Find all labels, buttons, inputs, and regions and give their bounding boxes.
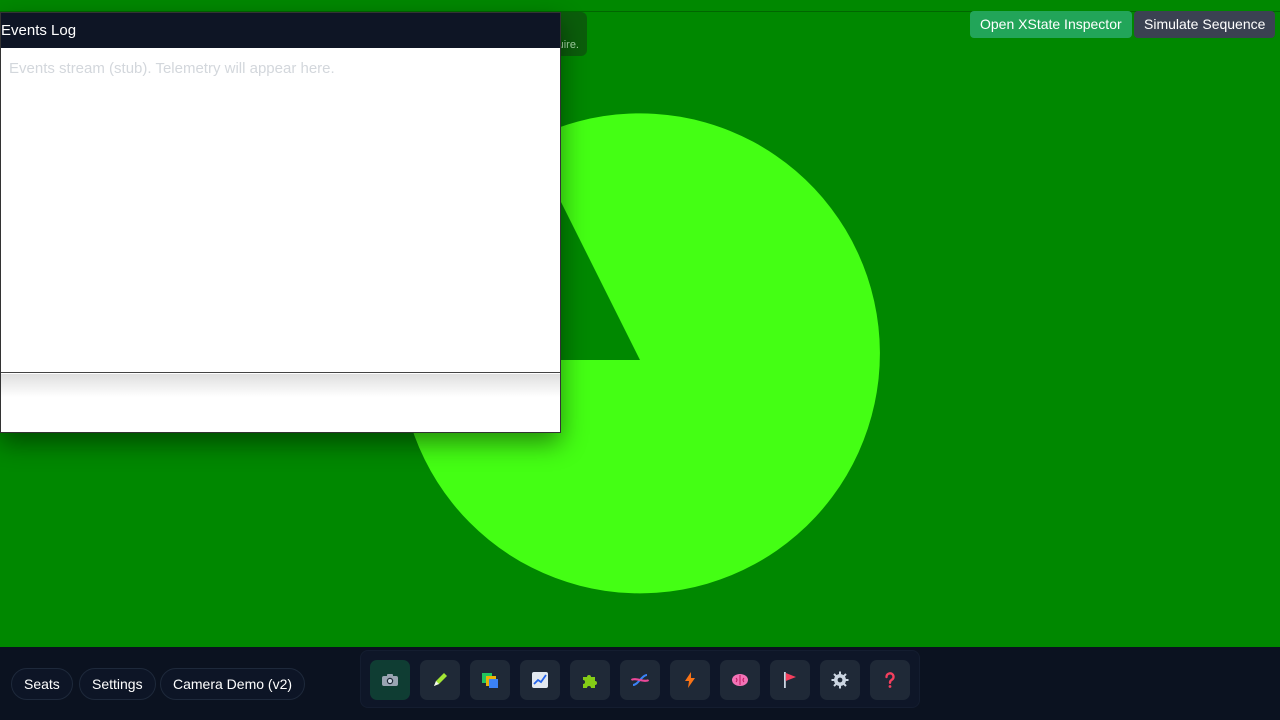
events-log-footer <box>1 374 560 432</box>
help-icon <box>885 672 895 688</box>
tool-lightning[interactable] <box>670 660 710 700</box>
tool-flag[interactable] <box>770 660 810 700</box>
layers-icon <box>482 673 498 688</box>
gear-icon <box>831 671 849 689</box>
settings-button[interactable]: Settings <box>79 668 156 700</box>
puzzle-icon <box>583 675 597 688</box>
flag-icon <box>784 672 796 688</box>
dna-icon <box>630 674 650 686</box>
events-log-panel: Events Log Events stream (stub). Telemet… <box>0 12 561 433</box>
events-log-placeholder: Events stream (stub). Telemetry will app… <box>9 60 335 77</box>
chart-icon <box>532 672 548 688</box>
pencil-icon <box>434 673 447 686</box>
tool-brain[interactable] <box>720 660 760 700</box>
bottom-bar: Seats Settings Camera Demo (v2) <box>0 647 1280 720</box>
seats-button[interactable]: Seats <box>11 668 73 700</box>
tool-gear[interactable] <box>820 660 860 700</box>
tool-pencil[interactable] <box>420 660 460 700</box>
camera-demo-button[interactable]: Camera Demo (v2) <box>160 668 306 700</box>
tool-layers[interactable] <box>470 660 510 700</box>
lightning-icon <box>685 672 695 688</box>
brain-icon <box>732 674 748 686</box>
events-log-title[interactable]: Events Log <box>1 13 560 48</box>
simulate-sequence-button[interactable]: Simulate Sequence <box>1134 11 1276 38</box>
tool-help[interactable] <box>870 660 910 700</box>
tool-chart[interactable] <box>520 660 560 700</box>
open-xstate-inspector-button[interactable]: Open XState Inspector <box>970 11 1132 38</box>
tool-camera[interactable] <box>370 660 410 700</box>
tool-puzzle[interactable] <box>570 660 610 700</box>
events-log-stream[interactable]: Events stream (stub). Telemetry will app… <box>1 48 560 373</box>
camera-icon <box>382 674 398 686</box>
tool-dock <box>360 650 920 708</box>
app-stage: uire. Events Log Events stream (stub). T… <box>0 0 1280 720</box>
tool-dna[interactable] <box>620 660 660 700</box>
